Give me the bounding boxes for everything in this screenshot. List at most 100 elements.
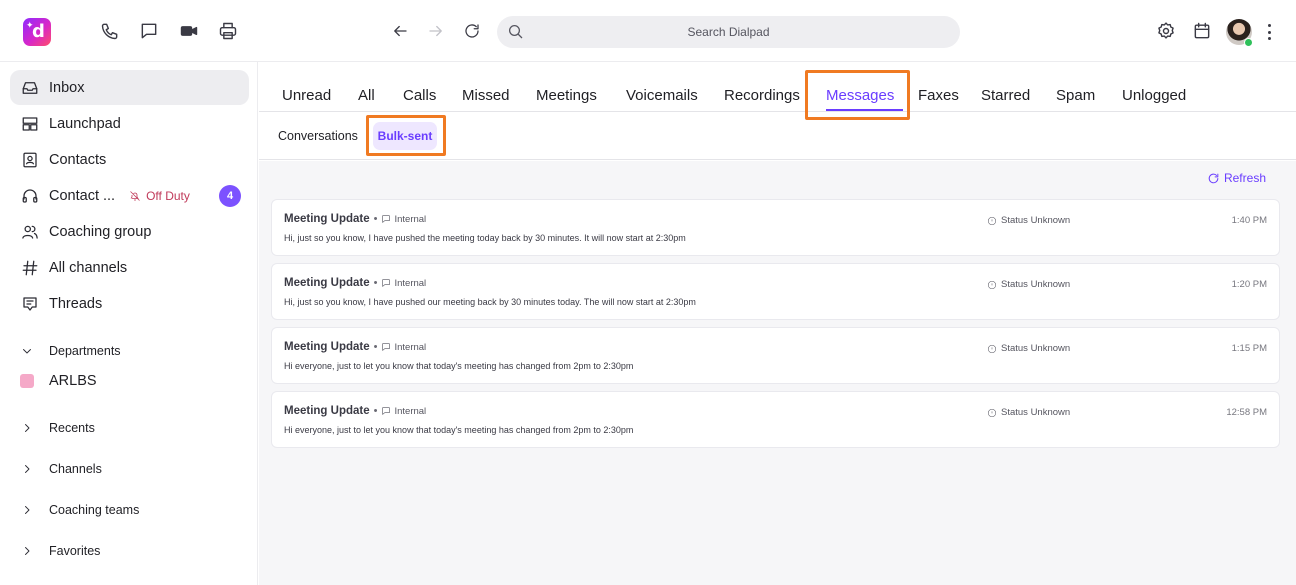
message-preview: Hi everyone, just to let you know that t… xyxy=(284,425,634,435)
hash-icon xyxy=(20,258,39,277)
department-color-swatch xyxy=(20,374,34,388)
sidebar-item-label: Contacts xyxy=(49,151,107,168)
sidebar-item-label: Launchpad xyxy=(49,115,121,132)
section-label: Departments xyxy=(49,344,121,358)
message-tag-label: Internal xyxy=(394,213,427,225)
headset-icon xyxy=(20,186,39,205)
presence-status-dot xyxy=(1244,38,1253,47)
tab-voicemails[interactable]: Voicemails xyxy=(626,87,698,104)
tab-faxes[interactable]: Faxes xyxy=(918,87,959,104)
tab-messages[interactable]: Messages xyxy=(826,87,894,104)
refresh-button[interactable]: Refresh xyxy=(1207,171,1266,185)
sidebar-item-launchpad[interactable]: Launchpad xyxy=(10,106,249,141)
message-row[interactable]: Meeting Update • Internal Hi, just so yo… xyxy=(271,263,1280,320)
departments-section-toggle[interactable]: Departments xyxy=(20,340,121,362)
sidebar-item-all-channels[interactable]: All channels xyxy=(10,250,249,285)
section-label: Recents xyxy=(49,421,95,435)
message-tag-label: Internal xyxy=(394,405,427,417)
delivery-status: Status Unknown xyxy=(987,407,1070,418)
channels-section-toggle[interactable]: Channels xyxy=(20,458,102,480)
phone-icon[interactable] xyxy=(99,20,121,42)
info-icon xyxy=(987,408,997,417)
more-options-icon[interactable] xyxy=(1264,22,1274,42)
sidebar-item-coaching-group[interactable]: Coaching group xyxy=(10,214,249,249)
chat-icon xyxy=(382,279,391,287)
forward-icon[interactable] xyxy=(425,20,447,42)
active-tab-indicator xyxy=(826,109,903,111)
message-header: Meeting Update • Internal xyxy=(284,341,426,353)
recents-section-toggle[interactable]: Recents xyxy=(20,417,95,439)
settings-icon[interactable] xyxy=(1155,20,1177,42)
chat-icon xyxy=(382,407,391,415)
message-preview: Hi everyone, just to let you know that t… xyxy=(284,361,634,371)
tab-missed[interactable]: Missed xyxy=(462,87,510,104)
message-row[interactable]: Meeting Update • Internal Hi everyone, j… xyxy=(271,391,1280,448)
message-time: 12:58 PM xyxy=(1226,407,1267,418)
delivery-status: Status Unknown xyxy=(987,343,1070,354)
chevron-right-icon xyxy=(20,503,34,517)
separator-dot: • xyxy=(373,213,378,225)
section-label: Favorites xyxy=(49,544,101,558)
refresh-label: Refresh xyxy=(1223,171,1266,185)
sidebar-item-label: Contact ... xyxy=(49,187,116,204)
off-duty-status: Off Duty xyxy=(129,189,190,203)
info-icon xyxy=(987,280,997,289)
subtab-bulk-sent[interactable]: Bulk-sent xyxy=(373,122,437,150)
search-placeholder: Search Dialpad xyxy=(687,25,770,39)
message-title: Meeting Update xyxy=(284,277,370,289)
group-icon xyxy=(20,222,39,241)
subtab-conversations[interactable]: Conversations xyxy=(278,129,358,143)
chat-icon xyxy=(382,215,391,223)
back-icon[interactable] xyxy=(389,20,411,42)
message-time: 1:40 PM xyxy=(1231,215,1267,226)
sidebar-item-label: Inbox xyxy=(49,79,85,96)
video-icon[interactable] xyxy=(178,20,200,42)
separator-dot: • xyxy=(373,405,378,417)
refresh-icon xyxy=(1208,173,1219,183)
sidebar-item-threads[interactable]: Threads xyxy=(10,286,249,321)
chat-icon[interactable] xyxy=(138,20,160,42)
tab-meetings[interactable]: Meetings xyxy=(536,87,597,104)
message-header: Meeting Update • Internal xyxy=(284,277,426,289)
tab-spam[interactable]: Spam xyxy=(1056,87,1095,104)
print-icon[interactable] xyxy=(217,20,239,42)
sidebar: Inbox Launchpad Contacts Contact ... Off… xyxy=(0,62,258,585)
message-title: Meeting Update xyxy=(284,341,370,353)
off-duty-label: Off Duty xyxy=(146,188,190,203)
message-header: Meeting Update • Internal xyxy=(284,405,426,417)
dialpad-logo[interactable]: ✦ d xyxy=(23,18,51,46)
info-icon xyxy=(987,344,997,353)
chevron-right-icon xyxy=(20,544,34,558)
coaching-teams-section-toggle[interactable]: Coaching teams xyxy=(20,499,139,521)
sidebar-item-contact-center[interactable]: Contact ... Off Duty 4 xyxy=(10,178,249,213)
sidebar-item-department[interactable]: ARLBS xyxy=(20,370,97,392)
department-label: ARLBS xyxy=(49,373,97,389)
message-header: Meeting Update • Internal xyxy=(284,213,426,225)
message-time: 1:15 PM xyxy=(1231,343,1267,354)
messages-subtabs: Conversations Bulk-sent xyxy=(259,113,1296,160)
message-title: Meeting Update xyxy=(284,405,370,417)
sidebar-item-contacts[interactable]: Contacts xyxy=(10,142,249,177)
tab-recordings[interactable]: Recordings xyxy=(724,87,800,104)
chat-icon xyxy=(382,343,391,351)
sidebar-item-inbox[interactable]: Inbox xyxy=(10,70,249,105)
message-row[interactable]: Meeting Update • Internal Hi everyone, j… xyxy=(271,327,1280,384)
section-label: Channels xyxy=(49,462,102,476)
search-bar[interactable]: Search Dialpad xyxy=(497,16,960,48)
tab-starred[interactable]: Starred xyxy=(981,87,1030,104)
reload-icon[interactable] xyxy=(461,20,483,42)
tab-calls[interactable]: Calls xyxy=(403,87,436,104)
inbox-tabs: Unread All Calls Missed Meetings Voicema… xyxy=(259,62,1296,112)
delivery-status: Status Unknown xyxy=(987,279,1070,290)
tab-unlogged[interactable]: Unlogged xyxy=(1122,87,1186,104)
message-tag: Internal xyxy=(381,342,426,353)
message-row[interactable]: Meeting Update • Internal Hi, just so yo… xyxy=(271,199,1280,256)
chevron-down-icon xyxy=(20,344,34,358)
delivery-status-label: Status Unknown xyxy=(1001,279,1071,290)
calendar-icon[interactable] xyxy=(1191,20,1213,42)
message-time: 1:20 PM xyxy=(1231,279,1267,290)
favorites-section-toggle[interactable]: Favorites xyxy=(20,540,100,562)
tab-unread[interactable]: Unread xyxy=(282,87,331,104)
tab-all[interactable]: All xyxy=(358,87,375,104)
info-icon xyxy=(987,216,997,225)
